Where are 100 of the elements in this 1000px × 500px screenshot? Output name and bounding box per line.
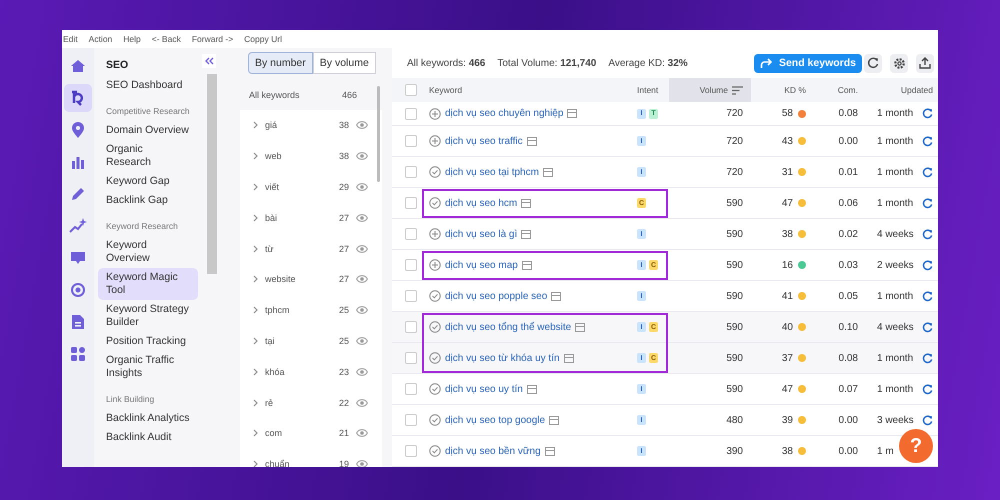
column-header[interactable]: Com. (806, 85, 858, 95)
row-checkbox[interactable] (404, 445, 416, 457)
collapse-button[interactable] (202, 54, 216, 68)
eye-icon[interactable] (356, 366, 368, 377)
check-circle-icon[interactable] (429, 197, 441, 209)
menu-item[interactable]: Action (88, 34, 112, 44)
menu-item[interactable]: <- Back (152, 34, 181, 44)
refresh-icon[interactable] (922, 228, 933, 240)
refresh-icon[interactable] (922, 166, 933, 178)
serp-icon[interactable] (575, 322, 586, 332)
keyword-link[interactable]: dịch vụ seo top google (445, 414, 546, 426)
eye-icon[interactable] (356, 336, 368, 346)
group-label[interactable]: tphcm (265, 305, 332, 316)
scrollbar-thumb[interactable] (377, 86, 380, 182)
sidebar-item[interactable]: Backlink Audit (98, 428, 198, 447)
group-label[interactable]: website (265, 274, 332, 284)
group-tab[interactable]: By number (248, 52, 313, 74)
scrollbar-thumb[interactable] (207, 74, 217, 274)
sidebar-item[interactable]: Backlink Gap (98, 191, 198, 210)
refresh-icon[interactable] (922, 352, 933, 364)
column-header[interactable]: Volume (669, 78, 751, 102)
group-label[interactable]: web (265, 151, 332, 162)
column-header[interactable]: Intent (637, 85, 669, 95)
eye-icon[interactable] (356, 244, 368, 254)
group-label[interactable]: com (265, 428, 332, 438)
sidebar-item[interactable]: Backlink Analytics (98, 409, 198, 428)
column-header[interactable]: Updated (858, 85, 938, 95)
row-checkbox[interactable] (404, 321, 416, 333)
keyword-link[interactable]: dịch vụ seo chuyên nghiệp (445, 108, 564, 119)
group-label[interactable]: tại (265, 336, 332, 346)
sidebar-item[interactable]: Organic Traffic Insights (98, 351, 198, 383)
refresh-button[interactable] (864, 54, 882, 72)
group-label[interactable]: từ (265, 244, 332, 254)
row-checkbox[interactable] (404, 414, 416, 426)
export-button[interactable] (916, 54, 934, 72)
serp-icon[interactable] (526, 136, 537, 146)
serp-icon[interactable] (549, 416, 560, 424)
row-checkbox[interactable] (404, 352, 416, 364)
refresh-icon[interactable] (922, 290, 933, 302)
menu-item[interactable]: Help (123, 34, 141, 44)
keyword-link[interactable]: dịch vụ seo từ khóa uy tín (445, 352, 560, 364)
sidebar-item[interactable]: Domain Overview (98, 121, 198, 140)
keyword-link[interactable]: dịch vụ seo traffic (445, 136, 523, 146)
check-circle-icon[interactable] (429, 166, 441, 178)
sidebar-item[interactable]: SEO Dashboard (98, 76, 198, 95)
refresh-icon[interactable] (922, 322, 933, 332)
serp-icon[interactable] (544, 446, 555, 456)
keyword-link[interactable]: dịch vụ seo là gì (445, 228, 518, 240)
eye-icon[interactable] (356, 182, 368, 192)
select-all-checkbox[interactable] (404, 84, 416, 96)
group-label[interactable]: giá (265, 120, 332, 130)
menu-item[interactable]: Edit (63, 34, 78, 44)
refresh-icon[interactable] (922, 136, 933, 146)
group-label[interactable]: rẻ (265, 398, 332, 408)
row-checkbox[interactable] (404, 228, 416, 240)
eye-icon[interactable] (356, 305, 368, 316)
eye-icon[interactable] (356, 151, 368, 162)
sidebar-item[interactable]: Organic Research (98, 140, 198, 172)
row-checkbox[interactable] (404, 383, 416, 395)
row-checkbox[interactable] (404, 108, 416, 120)
serp-icon[interactable] (567, 109, 578, 118)
column-header[interactable]: Keyword (429, 85, 637, 95)
refresh-icon[interactable] (922, 384, 933, 394)
check-circle-icon[interactable] (429, 383, 441, 395)
row-checkbox[interactable] (404, 135, 416, 147)
settings-button[interactable] (890, 54, 908, 72)
menu-item[interactable]: Coppy Url (244, 34, 282, 44)
check-circle-icon[interactable] (429, 445, 441, 457)
keyword-link[interactable]: dịch vụ seo bền vững (445, 446, 541, 456)
sidebar-item[interactable]: Keyword Strategy Builder (98, 300, 198, 332)
serp-icon[interactable] (522, 260, 532, 270)
row-checkbox[interactable] (404, 290, 416, 302)
row-checkbox[interactable] (404, 197, 416, 209)
serp-icon[interactable] (521, 198, 532, 208)
sidebar-item[interactable]: Keyword Overview (98, 236, 198, 268)
plus-circle-icon[interactable] (429, 259, 441, 271)
nav-button[interactable] (64, 84, 92, 112)
row-checkbox[interactable] (404, 166, 416, 178)
eye-icon[interactable] (356, 459, 368, 467)
keyword-link[interactable]: dịch vụ seo tại tphcm (445, 166, 539, 178)
serp-icon[interactable] (521, 230, 532, 238)
keyword-link[interactable]: dịch vụ seo popple seo (445, 290, 548, 302)
plus-circle-icon[interactable] (429, 108, 441, 120)
refresh-icon[interactable] (922, 198, 933, 208)
serp-icon[interactable] (542, 168, 553, 176)
serp-icon[interactable] (551, 292, 562, 300)
eye-icon[interactable] (356, 428, 368, 438)
row-checkbox[interactable] (404, 259, 416, 271)
column-header[interactable]: KD % (751, 85, 806, 95)
keyword-link[interactable]: dịch vụ seo map (445, 260, 518, 270)
group-tab[interactable]: By volume (312, 52, 376, 74)
refresh-icon[interactable] (922, 414, 933, 426)
sidebar-item[interactable]: Keyword Magic Tool (98, 268, 198, 300)
eye-icon[interactable] (356, 120, 368, 130)
serp-icon[interactable] (526, 384, 537, 394)
eye-icon[interactable] (356, 212, 368, 223)
serp-icon[interactable] (564, 354, 574, 362)
group-label[interactable]: chuẩn (265, 459, 332, 467)
sidebar-item[interactable]: Position Tracking (98, 332, 198, 351)
keyword-link[interactable]: dịch vụ seo tổng thể website (445, 322, 572, 332)
